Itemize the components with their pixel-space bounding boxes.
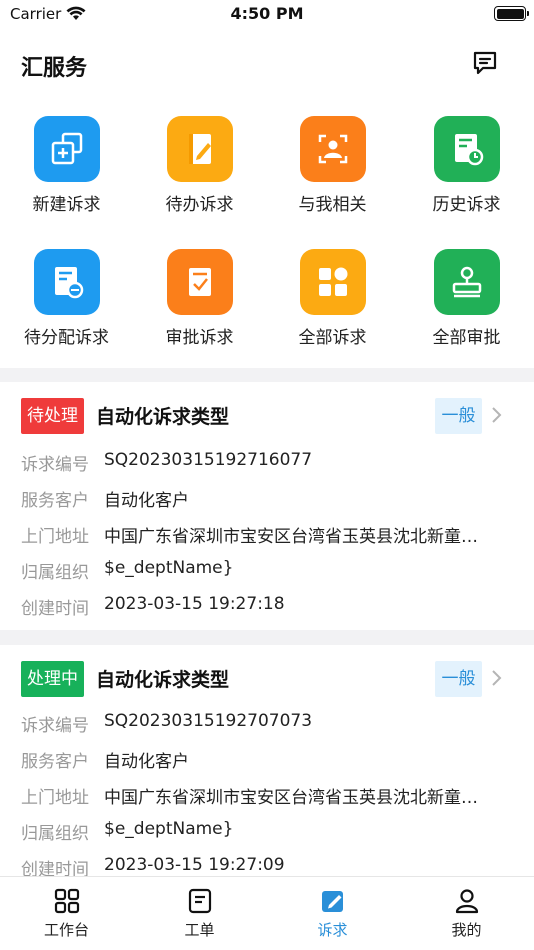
field-value: SQ20230315192716077 bbox=[104, 450, 313, 470]
tab-work-order[interactable]: 工单 bbox=[133, 887, 266, 940]
field-label: 上门地址 bbox=[21, 527, 89, 547]
field-label: 诉求编号 bbox=[21, 716, 89, 736]
field-value: 2023-03-15 19:27:18 bbox=[104, 594, 285, 614]
service-label: 与我相关 bbox=[298, 195, 367, 215]
tab-label: 工作台 bbox=[43, 921, 89, 939]
service-history[interactable]: 历史诉求 bbox=[400, 116, 533, 215]
todo-edit-icon bbox=[166, 116, 233, 182]
field-label: 创建时间 bbox=[21, 599, 89, 619]
tab-label: 我的 bbox=[451, 921, 482, 939]
tab-mine[interactable]: 我的 bbox=[400, 887, 533, 940]
field-org: 归属组织 $e_deptName} bbox=[21, 558, 233, 588]
status-badge: 处理中 bbox=[21, 661, 84, 697]
person-scan-icon bbox=[299, 116, 366, 182]
status-badge: 待处理 bbox=[21, 398, 84, 434]
field-value: SQ20230315192707073 bbox=[104, 711, 313, 731]
field-value: 自动化客户 bbox=[104, 752, 189, 772]
request-title: 自动化诉求类型 bbox=[96, 669, 230, 691]
workbench-grid-icon bbox=[54, 888, 79, 914]
service-label: 全部审批 bbox=[432, 328, 501, 348]
service-all-requests[interactable]: 全部诉求 bbox=[266, 249, 399, 348]
card-header: 待处理 自动化诉求类型 一般 bbox=[0, 382, 534, 446]
new-request-icon bbox=[33, 116, 100, 182]
level-badge: 一般 bbox=[435, 398, 482, 434]
tab-workbench[interactable]: 工作台 bbox=[0, 887, 133, 940]
field-label: 上门地址 bbox=[21, 788, 89, 808]
field-value: $e_deptName} bbox=[104, 819, 234, 839]
field-label: 诉求编号 bbox=[21, 455, 89, 475]
battery-icon bbox=[494, 6, 529, 21]
stamp-icon bbox=[433, 249, 500, 315]
request-card[interactable]: 处理中 自动化诉求类型 一般 诉求编号 SQ20230315192707073 服… bbox=[0, 645, 534, 876]
field-value: 2023-03-15 19:27:09 bbox=[104, 855, 285, 875]
field-value: 自动化客户 bbox=[104, 491, 189, 511]
field-address: 上门地址 中国广东省深圳市宝安区台湾省玉英县沈北新童… bbox=[21, 783, 478, 813]
page-title: 汇服务 bbox=[21, 56, 88, 81]
grid-apps-icon bbox=[299, 249, 366, 315]
service-label: 审批诉求 bbox=[165, 328, 234, 348]
field-number: 诉求编号 SQ20230315192707073 bbox=[21, 711, 312, 741]
service-related[interactable]: 与我相关 bbox=[266, 116, 399, 215]
field-value: 中国广东省深圳市宝安区台湾省玉英县沈北新童… bbox=[104, 527, 478, 547]
service-label: 全部诉求 bbox=[298, 328, 367, 348]
request-card[interactable]: 待处理 自动化诉求类型 一般 诉求编号 SQ20230315192716077 服… bbox=[0, 382, 534, 630]
assign-doc-icon bbox=[33, 249, 100, 315]
request-title: 自动化诉求类型 bbox=[96, 406, 230, 428]
level-badge: 一般 bbox=[435, 661, 482, 697]
field-created: 创建时间 2023-03-15 19:27:09 bbox=[21, 855, 285, 876]
service-new-request[interactable]: 新建诉求 bbox=[0, 116, 133, 215]
card-header: 处理中 自动化诉求类型 一般 bbox=[0, 645, 534, 709]
message-square-icon[interactable] bbox=[472, 50, 498, 76]
profile-person-icon bbox=[455, 889, 478, 914]
field-label: 创建时间 bbox=[21, 860, 89, 876]
chevron-right-icon[interactable] bbox=[491, 406, 503, 424]
field-created: 创建时间 2023-03-15 19:27:18 bbox=[21, 594, 285, 624]
service-assign[interactable]: 待分配诉求 bbox=[0, 249, 133, 348]
tab-label: 诉求 bbox=[317, 921, 348, 939]
field-value: 中国广东省深圳市宝安区台湾省玉英县沈北新童… bbox=[104, 788, 478, 808]
service-label: 新建诉求 bbox=[32, 195, 101, 215]
tab-label: 工单 bbox=[184, 921, 215, 939]
service-all-approvals[interactable]: 全部审批 bbox=[400, 249, 533, 348]
field-label: 归属组织 bbox=[21, 824, 89, 844]
service-label: 待分配诉求 bbox=[24, 328, 109, 348]
field-customer: 服务客户 自动化客户 bbox=[21, 747, 189, 777]
work-order-icon bbox=[188, 888, 211, 914]
header: 汇服务 bbox=[0, 30, 534, 100]
service-grid: 新建诉求 待办诉求 与我相关 历史诉求 待分配诉求 审批诉求 全部诉求 全部审批 bbox=[0, 100, 534, 368]
field-label: 归属组织 bbox=[21, 563, 89, 583]
service-label: 待办诉求 bbox=[165, 195, 234, 215]
service-label: 历史诉求 bbox=[432, 195, 501, 215]
service-todo[interactable]: 待办诉求 bbox=[133, 116, 266, 215]
field-label: 服务客户 bbox=[21, 491, 89, 511]
field-number: 诉求编号 SQ20230315192716077 bbox=[21, 450, 312, 480]
request-edit-icon bbox=[321, 891, 343, 912]
approve-check-icon bbox=[166, 249, 233, 315]
chevron-right-icon[interactable] bbox=[491, 669, 503, 687]
field-customer: 服务客户 自动化客户 bbox=[21, 486, 189, 516]
tab-bar: 工作台 工单 诉求 我的 bbox=[0, 876, 534, 950]
status-bar: Carrier 4:50 PM bbox=[0, 0, 534, 30]
service-approve[interactable]: 审批诉求 bbox=[133, 249, 266, 348]
tab-requests[interactable]: 诉求 bbox=[266, 887, 399, 940]
field-org: 归属组织 $e_deptName} bbox=[21, 819, 233, 849]
field-value: $e_deptName} bbox=[104, 558, 234, 578]
clock: 4:50 PM bbox=[230, 4, 304, 23]
field-address: 上门地址 中国广东省深圳市宝安区台湾省玉英县沈北新童… bbox=[21, 522, 478, 552]
history-doc-icon bbox=[433, 116, 500, 182]
field-label: 服务客户 bbox=[21, 752, 89, 772]
